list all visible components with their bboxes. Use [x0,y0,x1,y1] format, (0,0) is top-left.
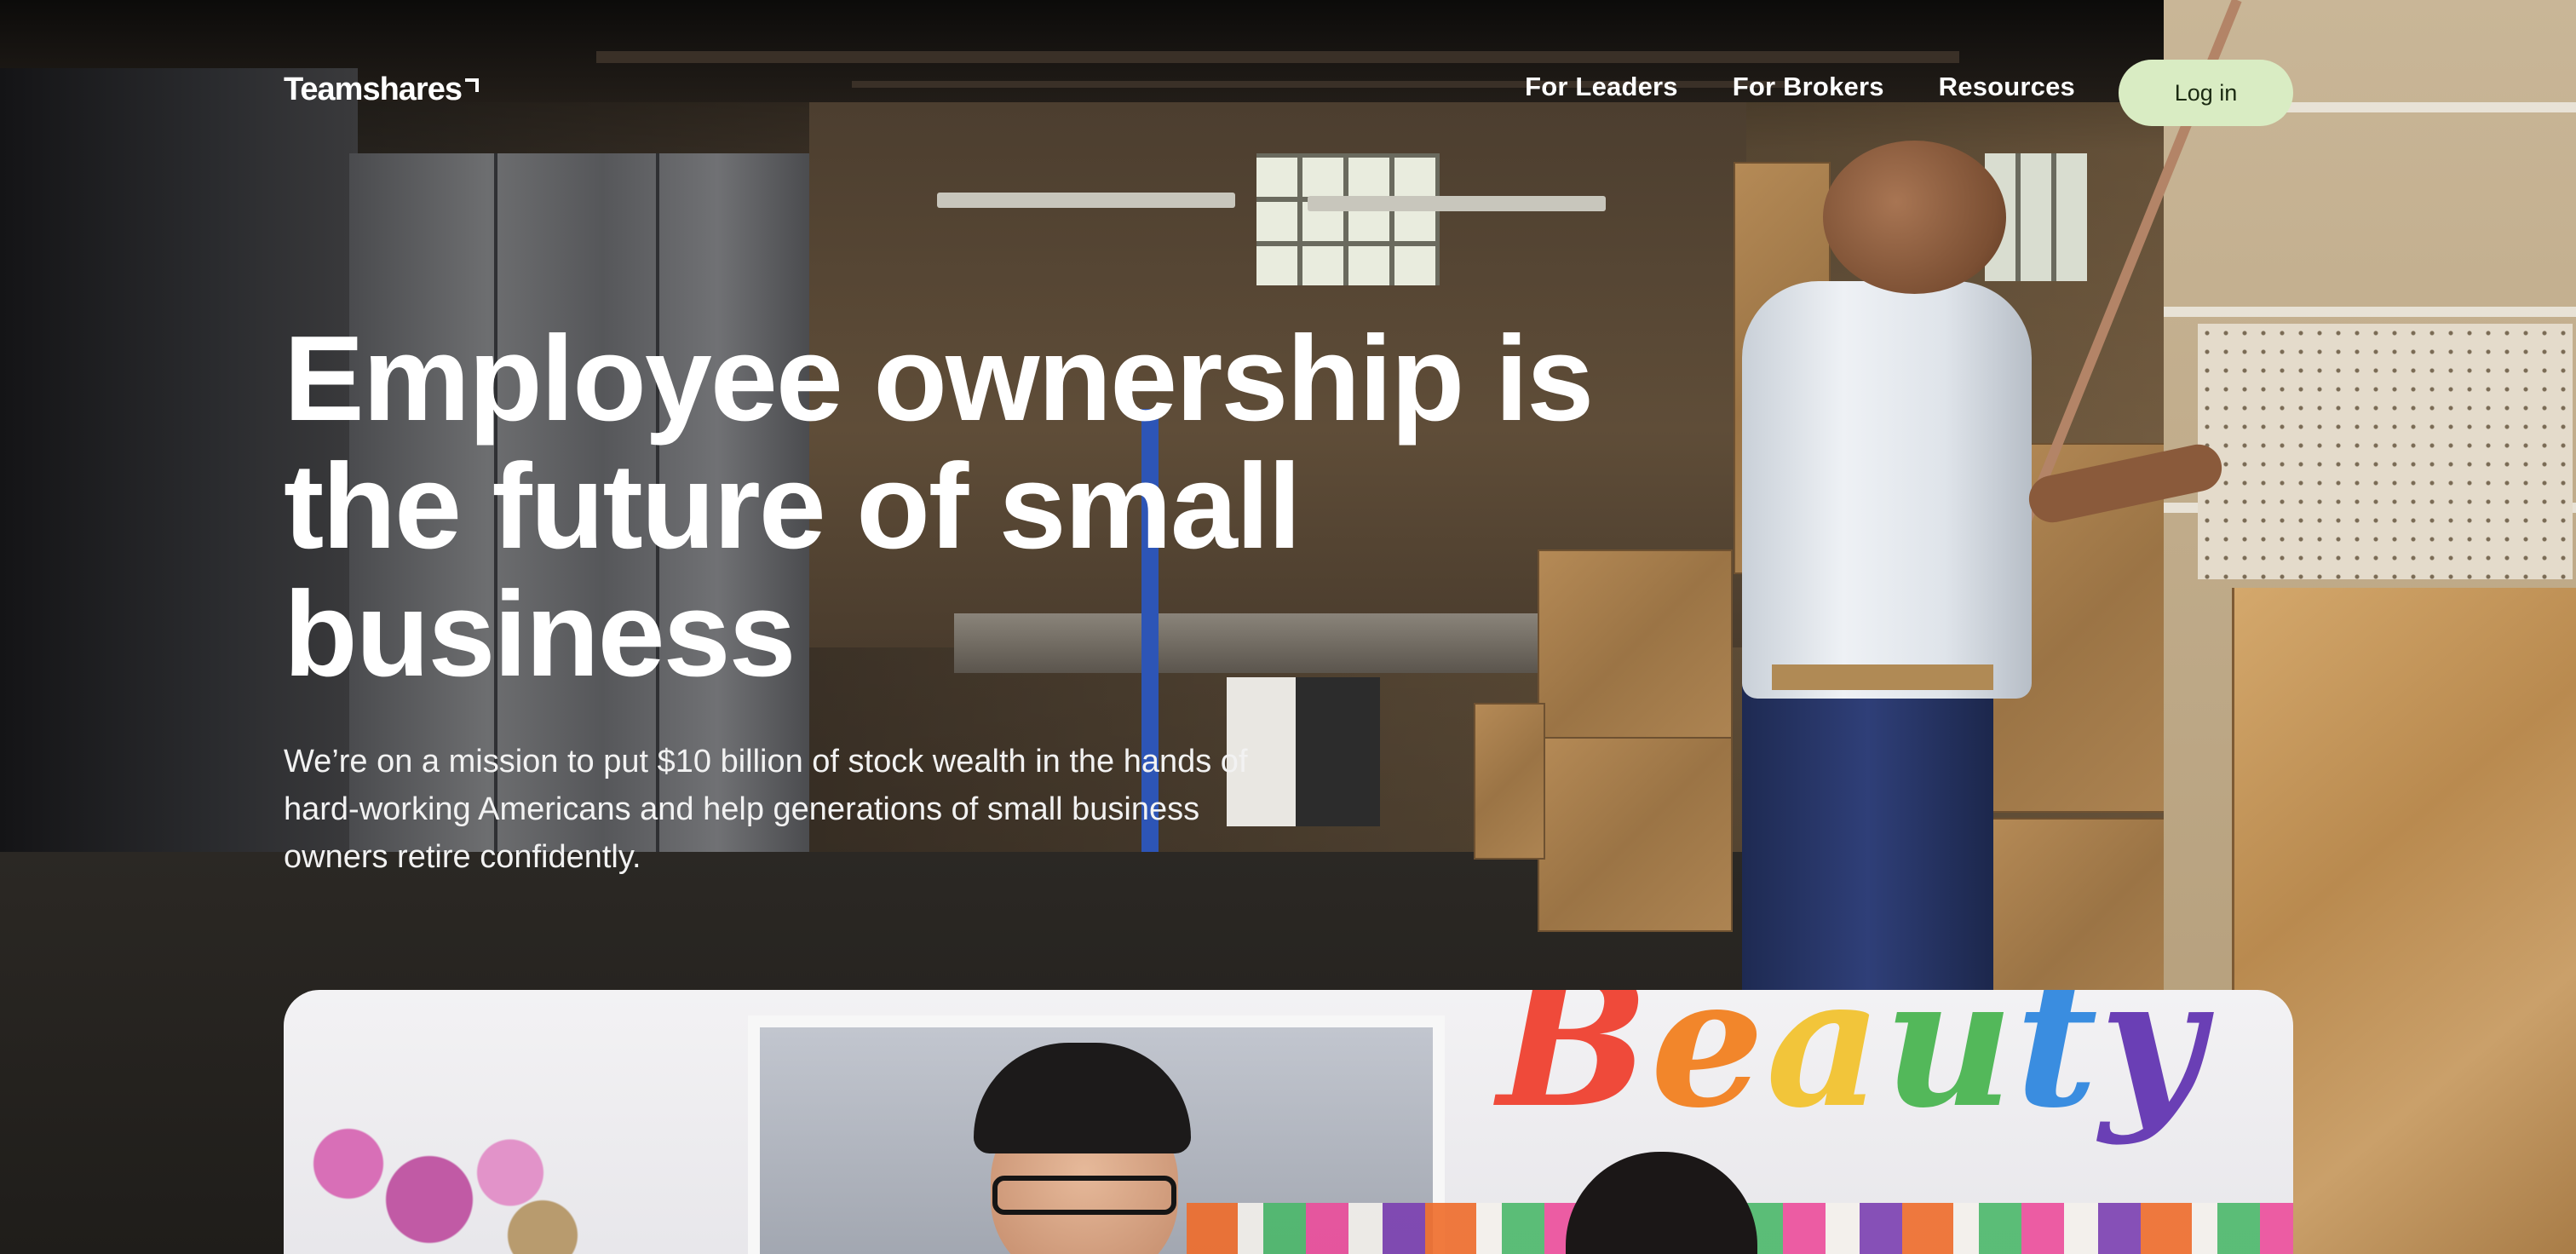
nav-link-for-brokers[interactable]: For Brokers [1733,72,1884,102]
person-shirt [1742,281,2032,699]
glasses [992,1176,1176,1215]
pegboard [2198,324,2573,579]
sign-letter: e [1650,990,1767,1148]
sign-letter: a [1766,990,1884,1148]
ceiling-light [1308,196,1606,211]
sign-letter: B [1498,990,1651,1148]
hero-title: Employee ownership is the future of smal… [284,311,1594,702]
logo-mark-icon [464,78,479,92]
cardboard-box [1474,703,1545,860]
person-pants [1742,686,1993,992]
sign-letter: y [2099,990,2205,1148]
nav-link-for-leaders[interactable]: For Leaders [1525,72,1678,102]
beauty-sign: Beauty [1498,990,2205,1148]
hero-media-card: Beauty [284,990,2293,1254]
login-button[interactable]: Log in [2119,60,2293,126]
logo-text: Teamshares [284,72,463,107]
nav-link-resources[interactable]: Resources [1939,72,2075,102]
sign-letter: u [1883,990,2015,1148]
owner-hair [1566,1152,1757,1254]
landing-page: Teamshares For Leaders For Brokers Resou… [0,0,2576,1254]
flowers [284,1092,607,1254]
person-belt [1772,664,1993,690]
shelf-plank [2164,307,2576,317]
site-header: Teamshares For Leaders For Brokers Resou… [0,0,2576,187]
main-nav: For Leaders For Brokers Resources [1525,72,2075,102]
sign-letter: t [2015,990,2100,1148]
logo-link[interactable]: Teamshares [284,72,479,108]
ceiling-light [937,193,1235,208]
cardboard-box [1538,737,1733,932]
hero-subtitle: We’re on a mission to put $10 billion of… [284,744,1248,875]
